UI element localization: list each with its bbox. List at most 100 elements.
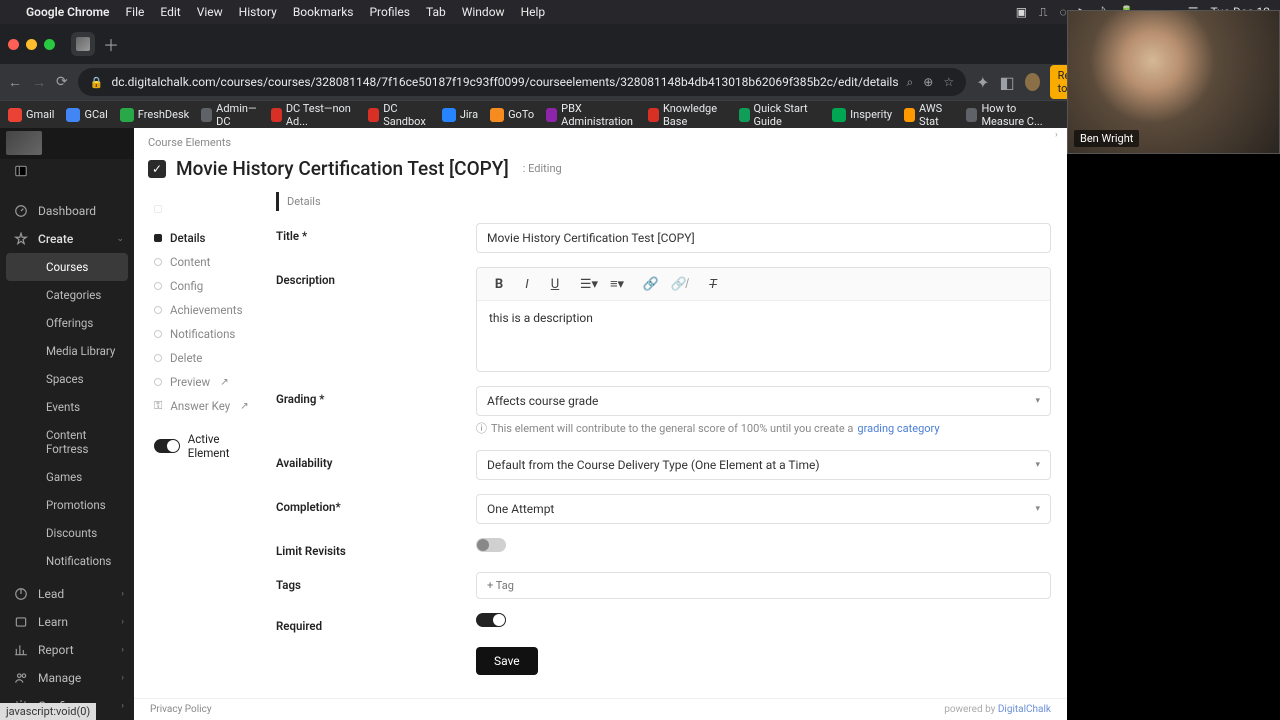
- tab-placeholder: [148, 200, 264, 218]
- menu-help[interactable]: Help: [521, 5, 546, 19]
- section-tab-label: Details: [276, 192, 1051, 211]
- nav-content-fortress[interactable]: Content Fortress: [0, 421, 134, 463]
- tab-config[interactable]: Config: [148, 274, 264, 298]
- clear-format-button[interactable]: T: [703, 274, 723, 294]
- bookmark-pbx[interactable]: PBX Administration: [546, 102, 636, 128]
- nav-create[interactable]: Create⌄: [0, 225, 134, 253]
- tab-delete[interactable]: Delete: [148, 346, 264, 370]
- nav-spaces[interactable]: Spaces: [0, 365, 134, 393]
- left-nav: Dashboard Create⌄ Courses Categories Off…: [0, 128, 134, 720]
- nav-discounts[interactable]: Discounts: [0, 519, 134, 547]
- nav-manage[interactable]: Manage›: [0, 664, 134, 692]
- required-toggle[interactable]: [476, 613, 506, 627]
- breadcrumb[interactable]: Course Elements: [134, 128, 1067, 153]
- menu-window[interactable]: Window: [462, 5, 505, 19]
- nav-courses[interactable]: Courses: [6, 253, 128, 281]
- numbered-list-button[interactable]: ≡▾: [607, 274, 627, 294]
- bullet-list-button[interactable]: ☰▾: [579, 274, 599, 294]
- description-body[interactable]: this is a description: [477, 301, 1050, 371]
- translate-icon[interactable]: ⊕: [923, 75, 933, 90]
- unlink-button[interactable]: 🔗̸: [669, 274, 689, 294]
- link-button[interactable]: 🔗: [641, 274, 661, 294]
- close-window-button[interactable]: [8, 39, 19, 50]
- star-icon[interactable]: ☆: [943, 75, 954, 90]
- nav-learn[interactable]: Learn›: [0, 608, 134, 636]
- new-tab-button[interactable]: ＋: [103, 32, 119, 56]
- settings-sliders-icon[interactable]: ⎍: [1039, 5, 1047, 20]
- menu-tab[interactable]: Tab: [426, 5, 446, 19]
- browser-tab[interactable]: [71, 32, 95, 56]
- back-button[interactable]: ←: [8, 74, 22, 91]
- nav-events[interactable]: Events: [0, 393, 134, 421]
- menu-edit[interactable]: Edit: [160, 5, 180, 19]
- profile-avatar[interactable]: [1025, 73, 1040, 91]
- minimize-window-button[interactable]: [26, 39, 37, 50]
- bookmark-kb[interactable]: Knowledge Base: [648, 102, 727, 128]
- nav-games[interactable]: Games: [0, 463, 134, 491]
- menu-history[interactable]: History: [239, 5, 277, 19]
- search-icon[interactable]: ⌕: [907, 75, 914, 90]
- limit-revisits-label: Limit Revisits: [276, 538, 476, 558]
- bookmark-gmail[interactable]: Gmail: [8, 108, 54, 122]
- bold-button[interactable]: B: [489, 274, 509, 294]
- collapse-sidebar-button[interactable]: [0, 159, 134, 184]
- menu-view[interactable]: View: [197, 5, 223, 19]
- nav-categories[interactable]: Categories: [0, 281, 134, 309]
- dashboard-icon: [14, 204, 28, 218]
- nav-report[interactable]: Report›: [0, 636, 134, 664]
- active-element-label: Active Element: [188, 432, 258, 460]
- tab-preview[interactable]: Preview↗: [148, 370, 264, 394]
- bookmark-goto[interactable]: GoTo: [490, 108, 534, 122]
- availability-select[interactable]: Default from the Course Delivery Type (O…: [476, 450, 1051, 480]
- completion-select[interactable]: One Attempt▾: [476, 494, 1051, 524]
- bookmark-quickstart[interactable]: Quick Start Guide: [739, 102, 821, 128]
- bookmark-measure[interactable]: How to Measure C...: [966, 102, 1059, 128]
- tab-achievements[interactable]: Achievements: [148, 298, 264, 322]
- save-button[interactable]: Save: [476, 647, 538, 675]
- active-element-toggle[interactable]: [154, 439, 180, 453]
- bookmark-admin-dc[interactable]: Admin—DC: [201, 102, 259, 128]
- tab-answer-key[interactable]: ⚿Answer Key↗: [148, 394, 264, 418]
- nav-dashboard[interactable]: Dashboard: [0, 197, 134, 225]
- tab-details[interactable]: Details›: [148, 226, 264, 250]
- menu-bookmarks[interactable]: Bookmarks: [293, 5, 354, 19]
- nav-media-library[interactable]: Media Library: [0, 337, 134, 365]
- privacy-link[interactable]: Privacy Policy: [150, 704, 212, 715]
- nav-offerings[interactable]: Offerings: [0, 309, 134, 337]
- bookmark-dc-sandbox[interactable]: DC Sandbox: [368, 102, 430, 128]
- panel-icon[interactable]: ◧: [1000, 73, 1015, 92]
- maximize-window-button[interactable]: [44, 39, 55, 50]
- limit-revisits-toggle[interactable]: [476, 538, 506, 552]
- grading-category-link[interactable]: grading category: [857, 422, 939, 435]
- italic-button[interactable]: I: [517, 274, 537, 294]
- forward-button[interactable]: →: [32, 74, 46, 91]
- title-input[interactable]: [476, 223, 1051, 253]
- bookmark-aws[interactable]: AWS Stat: [904, 102, 954, 128]
- nav-promotions[interactable]: Promotions: [0, 491, 134, 519]
- sync-icon[interactable]: ◌: [1059, 5, 1066, 19]
- menu-file[interactable]: File: [126, 5, 145, 19]
- nav-notifications[interactable]: Notifications: [0, 547, 134, 575]
- underline-button[interactable]: U: [545, 274, 565, 294]
- menu-profiles[interactable]: Profiles: [369, 5, 410, 19]
- tab-notifications[interactable]: Notifications: [148, 322, 264, 346]
- grading-select[interactable]: Affects course grade▾: [476, 386, 1051, 416]
- element-type-icon: ✓: [148, 160, 166, 178]
- bookmark-freshdesk[interactable]: FreshDesk: [120, 108, 189, 122]
- bookmark-gcal[interactable]: GCal: [66, 108, 107, 122]
- screen-share-icon[interactable]: ▣: [1016, 5, 1027, 19]
- bookmark-dc-test[interactable]: DC Test—non Ad...: [271, 102, 356, 128]
- tab-content[interactable]: Content: [148, 250, 264, 274]
- reload-button[interactable]: ⟳: [56, 74, 68, 90]
- tags-input[interactable]: [476, 572, 1051, 599]
- bookmark-insperity[interactable]: Insperity: [832, 108, 892, 122]
- brand-logo[interactable]: [0, 128, 134, 159]
- powered-by-link[interactable]: DigitalChalk: [998, 704, 1051, 715]
- toolbar: ← → ⟳ 🔒 dc.digitalchalk.com/courses/cour…: [0, 64, 1067, 100]
- address-bar[interactable]: 🔒 dc.digitalchalk.com/courses/courses/32…: [78, 68, 966, 96]
- bookmark-jira[interactable]: Jira: [442, 108, 478, 122]
- grading-helper: ⓘThis element will contribute to the gen…: [476, 420, 1051, 436]
- extensions-icon[interactable]: ✦: [976, 73, 989, 92]
- nav-lead[interactable]: Lead›: [0, 580, 134, 608]
- zoom-video-overlay[interactable]: Ben Wright: [1067, 10, 1280, 154]
